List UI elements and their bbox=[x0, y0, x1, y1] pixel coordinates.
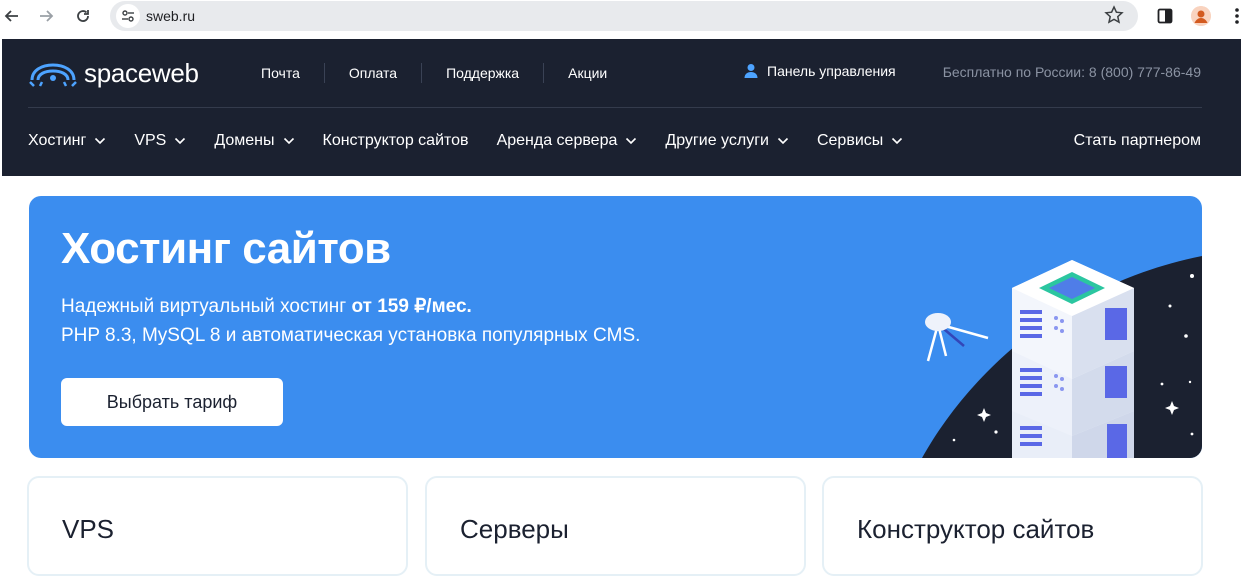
header-divider bbox=[28, 107, 1202, 108]
nav-item-label: Хостинг bbox=[28, 132, 87, 149]
chevron-down-icon bbox=[283, 137, 294, 145]
nav-item-site-builder[interactable]: Конструктор сайтов bbox=[323, 132, 469, 150]
card-title: VPS bbox=[62, 514, 115, 544]
chevron-down-icon bbox=[626, 137, 637, 145]
top-links: Почта Оплата Поддержка Акции bbox=[261, 63, 607, 83]
become-partner-link[interactable]: Стать партнером bbox=[1074, 132, 1201, 150]
card-site-builder[interactable]: Конструктор сайтов bbox=[822, 476, 1203, 576]
more-menu-icon[interactable] bbox=[1225, 4, 1249, 28]
nav-item-other-services[interactable]: Другие услуги bbox=[665, 132, 789, 150]
divider bbox=[323, 63, 325, 83]
nav-item-vps[interactable]: VPS bbox=[134, 132, 186, 150]
logo-text: spaceweb bbox=[84, 58, 199, 88]
divider bbox=[421, 63, 423, 83]
logo-icon bbox=[29, 62, 77, 87]
card-vps[interactable]: VPS bbox=[27, 476, 408, 576]
bookmark-star-icon[interactable] bbox=[1104, 5, 1124, 30]
card-title: Серверы bbox=[460, 514, 569, 544]
main-nav: Хостинг VPS Домены Конструктор сайтов Ар… bbox=[28, 132, 931, 150]
control-panel-link[interactable]: Панель управления bbox=[743, 63, 896, 79]
hero-price: от 159 ₽/мес. bbox=[351, 296, 472, 317]
nav-item-label: Другие услуги bbox=[665, 132, 769, 149]
nav-item-server-rental[interactable]: Аренда сервера bbox=[497, 132, 638, 150]
forward-arrow-icon[interactable] bbox=[34, 4, 58, 28]
hero-banner: Хостинг сайтов Надежный виртуальный хост… bbox=[29, 196, 1202, 458]
nav-item-label: VPS bbox=[134, 132, 167, 149]
hero-title: Хостинг сайтов bbox=[61, 224, 391, 273]
top-link-promotions[interactable]: Акции bbox=[568, 65, 607, 81]
nav-item-label: Аренда сервера bbox=[496, 132, 618, 149]
chevron-down-icon bbox=[175, 137, 186, 145]
control-panel-label: Панель управления bbox=[767, 63, 896, 79]
chevron-down-icon bbox=[892, 137, 903, 145]
divider bbox=[543, 63, 545, 83]
choose-plan-button[interactable]: Выбрать тариф bbox=[61, 378, 283, 426]
card-title: Конструктор сайтов bbox=[857, 514, 1095, 544]
nav-item-label: Конструктор сайтов bbox=[322, 132, 469, 149]
reload-icon[interactable] bbox=[71, 4, 95, 28]
server-illustration bbox=[922, 256, 1202, 458]
user-icon bbox=[744, 64, 758, 78]
top-link-payment[interactable]: Оплата bbox=[349, 65, 397, 81]
hero-subtitle-line2: PHP 8.3, MySQL 8 и автоматическая устано… bbox=[61, 325, 641, 346]
top-link-mail[interactable]: Почта bbox=[261, 65, 300, 81]
address-bar[interactable]: sweb.ru bbox=[110, 1, 1138, 31]
url-text[interactable]: sweb.ru bbox=[146, 8, 195, 24]
site-header: spaceweb Почта Оплата Поддержка Акции Па… bbox=[2, 39, 1241, 176]
site-info-icon[interactable] bbox=[116, 4, 140, 28]
nav-item-hosting[interactable]: Хостинг bbox=[28, 132, 106, 150]
nav-item-services[interactable]: Сервисы bbox=[817, 132, 903, 150]
card-servers[interactable]: Серверы bbox=[425, 476, 806, 576]
hero-subtitle: Надежный виртуальный хостинг от 159 ₽/ме… bbox=[61, 295, 472, 318]
chevron-down-icon bbox=[777, 137, 789, 145]
nav-item-label: Сервисы bbox=[816, 132, 884, 149]
chevron-down-icon bbox=[95, 137, 106, 145]
hero-subtitle-text: Надежный виртуальный хостинг bbox=[61, 296, 352, 317]
nav-item-domains[interactable]: Домены bbox=[214, 132, 294, 150]
side-panel-icon[interactable] bbox=[1153, 4, 1177, 28]
phone-text: Бесплатно по России: 8 (800) 777-86-49 bbox=[942, 64, 1201, 80]
back-arrow-icon[interactable] bbox=[0, 4, 24, 28]
nav-item-label: Домены bbox=[214, 132, 275, 149]
browser-toolbar: sweb.ru bbox=[0, 0, 1257, 39]
logo[interactable]: spaceweb bbox=[28, 58, 199, 89]
top-link-support[interactable]: Поддержка bbox=[446, 65, 519, 81]
profile-avatar[interactable] bbox=[1189, 4, 1213, 28]
